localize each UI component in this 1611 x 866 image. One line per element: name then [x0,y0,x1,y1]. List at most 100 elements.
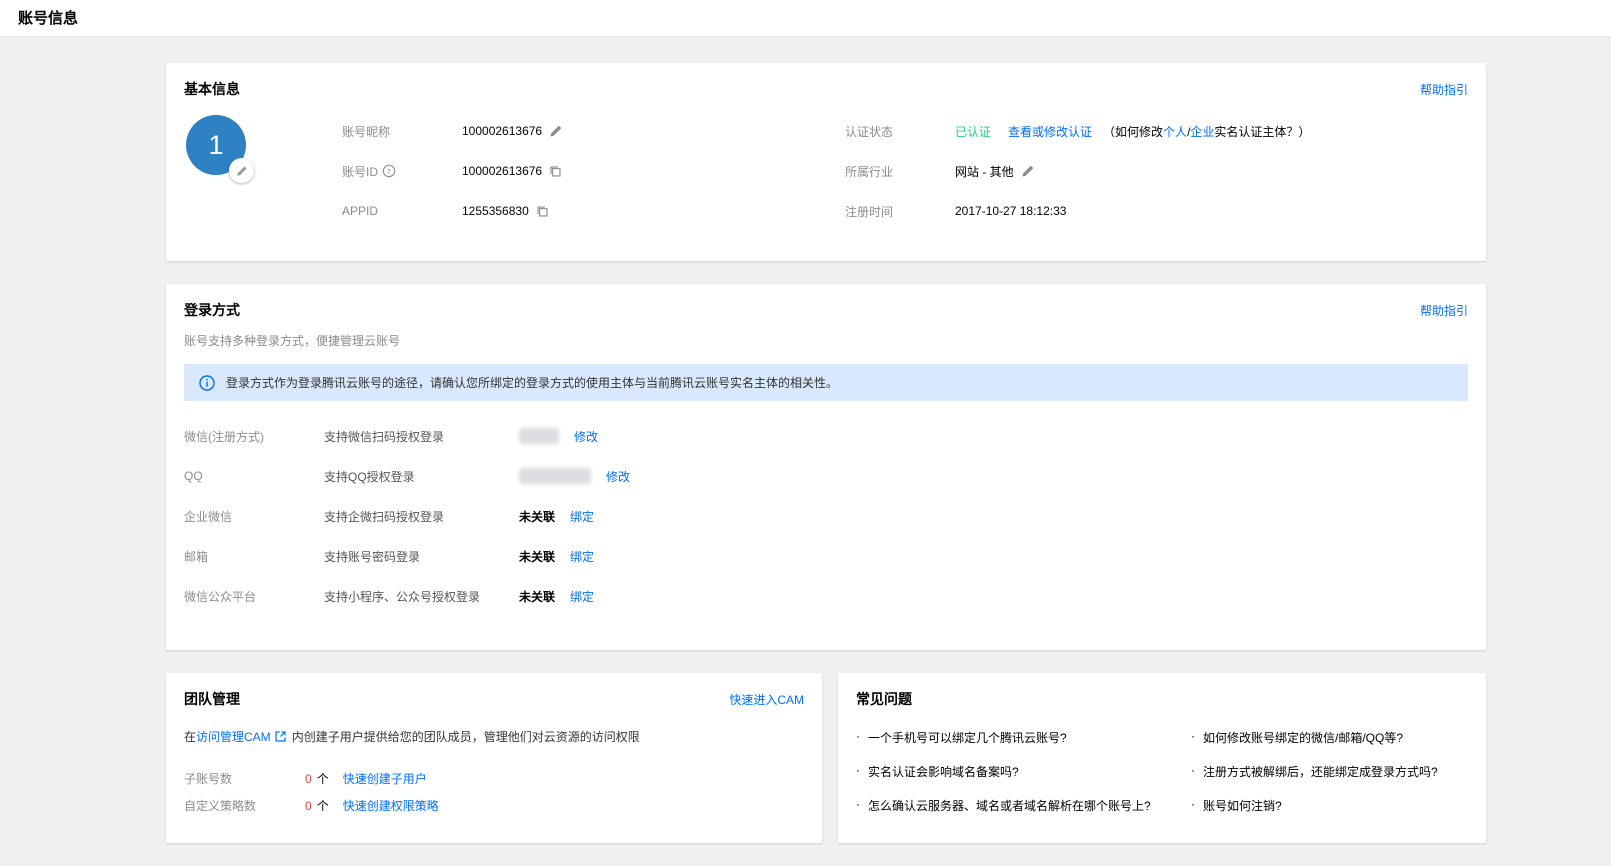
bind-wecom-link[interactable]: 绑定 [570,508,594,525]
basic-info-title: 基本信息 [184,79,240,99]
account-id-label: 账号ID [342,163,378,180]
appid-value: 1255356830 [462,204,529,218]
login-help-link[interactable]: 帮助指引 [1420,302,1468,319]
masked-value [519,468,591,484]
avatar[interactable]: 1 [186,115,246,175]
info-icon [199,375,215,391]
basic-help-link[interactable]: 帮助指引 [1420,81,1468,98]
enterprise-auth-link[interactable]: 企业 [1190,125,1214,139]
nickname-row: 账号昵称 100002613676 [342,111,845,151]
avatar-text: 1 [208,130,223,161]
view-modify-auth-link[interactable]: 查看或修改认证 [1008,123,1092,140]
copy-account-id-icon[interactable] [549,165,562,178]
faq-title: 常见问题 [856,689,912,709]
team-desc-prefix: 在 [184,728,196,745]
login-status: 未关联 [519,508,555,525]
bullet-icon: · [1191,729,1195,746]
faq-item[interactable]: ·实名认证会影响域名备案吗? [856,763,1191,780]
bullet-icon: · [856,797,860,814]
industry-label: 所属行业 [845,163,955,180]
bind-email-link[interactable]: 绑定 [570,548,594,565]
svg-text:?: ? [387,167,391,176]
bullet-icon: · [856,729,860,746]
industry-row: 所属行业 网站 - 其他 [845,151,1468,191]
team-title: 团队管理 [184,689,240,709]
copy-appid-icon[interactable] [536,205,549,218]
appid-row: APPID 1255356830 [342,191,845,231]
login-row-email: 邮箱 支持账号密码登录 未关联 绑定 [184,536,1468,576]
stat-label: 自定义策略数 [184,797,305,814]
login-label: 邮箱 [184,548,324,565]
modify-qq-link[interactable]: 修改 [606,468,630,485]
pencil-icon [236,165,248,177]
login-label: 微信公众平台 [184,588,324,605]
create-policy-link[interactable]: 快速创建权限策略 [343,797,439,814]
page-title: 账号信息 [0,0,1611,37]
login-label: 企业微信 [184,508,324,525]
industry-value: 网站 - 其他 [955,163,1014,180]
nickname-label: 账号昵称 [342,123,462,140]
bullet-icon: · [1191,797,1195,814]
login-row-qq: QQ 支持QQ授权登录 修改 [184,456,1468,496]
custom-policy-stat-row: 自定义策略数 0 个 快速创建权限策略 [184,792,804,819]
stat-unit: 个 [317,797,329,814]
bind-wechat-official-link[interactable]: 绑定 [570,588,594,605]
auth-status-label: 认证状态 [845,123,955,140]
auth-status-row: 认证状态 已认证 查看或修改认证 （如何修改个人/企业实名认证主体？） [845,111,1468,151]
login-label: QQ [184,469,324,483]
regtime-label: 注册时间 [845,203,955,220]
custom-policy-count: 0 [305,799,312,813]
faq-item[interactable]: ·一个手机号可以绑定几个腾讯云账号? [856,729,1191,746]
login-methods-title: 登录方式 [184,300,240,320]
login-subtitle: 账号支持多种登录方式，便捷管理云账号 [184,332,1468,349]
masked-value [519,428,559,444]
team-management-card: 团队管理 快速进入CAM 在访问管理CAM 内创建子用户提供给您的团队成员，管理… [166,673,822,843]
account-id-row: 账号ID ? 100002613676 [342,151,845,191]
regtime-value: 2017-10-27 18:12:33 [955,204,1066,218]
cam-console-link[interactable]: 访问管理CAM [196,728,271,745]
stat-label: 子账号数 [184,770,305,787]
faq-item[interactable]: ·怎么确认云服务器、域名或者域名解析在哪个账号上? [856,797,1191,814]
auth-note-prefix: （如何修改 [1103,125,1163,139]
question-circle-icon[interactable]: ? [382,164,396,178]
external-link-icon [274,730,287,743]
bullet-icon: · [856,763,860,780]
login-desc: 支持企微扫码授权登录 [324,508,519,525]
avatar-edit-button[interactable] [229,158,254,183]
login-row-wechat: 微信(注册方式) 支持微信扫码授权登录 修改 [184,416,1468,456]
faq-item[interactable]: ·账号如何注销? [1191,797,1468,814]
auth-note-suffix: 实名认证主体？） [1214,125,1310,139]
edit-nickname-icon[interactable] [549,124,563,138]
bullet-icon: · [1191,763,1195,780]
login-notice-banner: 登录方式作为登录腾讯云账号的途径，请确认您所绑定的登录方式的使用主体与当前腾讯云… [184,364,1468,401]
enter-cam-link[interactable]: 快速进入CAM [729,691,804,708]
login-desc: 支持QQ授权登录 [324,468,519,485]
appid-label: APPID [342,204,462,218]
account-id-value: 100002613676 [462,164,542,178]
stat-unit: 个 [317,770,329,787]
login-desc: 支持小程序、公众号授权登录 [324,588,519,605]
login-label: 微信(注册方式) [184,428,324,445]
faq-item[interactable]: ·如何修改账号绑定的微信/邮箱/QQ等? [1191,729,1468,746]
main-content: 基本信息 帮助指引 1 账号昵称 [0,37,1486,866]
sub-account-count: 0 [305,772,312,786]
login-methods-card: 登录方式 帮助指引 账号支持多种登录方式，便捷管理云账号 登录方式作为登录腾讯云… [166,284,1486,650]
personal-auth-link[interactable]: 个人 [1163,125,1187,139]
edit-industry-icon[interactable] [1021,164,1035,178]
login-status: 未关联 [519,548,555,565]
create-sub-user-link[interactable]: 快速创建子用户 [343,770,427,787]
regtime-row: 注册时间 2017-10-27 18:12:33 [845,191,1468,231]
faq-item[interactable]: ·注册方式被解绑后，还能绑定成登录方式吗? [1191,763,1468,780]
modify-wechat-link[interactable]: 修改 [574,428,598,445]
login-row-wecom: 企业微信 支持企微扫码授权登录 未关联 绑定 [184,496,1468,536]
sub-account-stat-row: 子账号数 0 个 快速创建子用户 [184,765,804,792]
team-desc-suffix: 内创建子用户提供给您的团队成员，管理他们对云资源的访问权限 [292,728,640,745]
basic-info-card: 基本信息 帮助指引 1 账号昵称 [166,63,1486,261]
nickname-value: 100002613676 [462,124,542,138]
login-notice-text: 登录方式作为登录腾讯云账号的途径，请确认您所绑定的登录方式的使用主体与当前腾讯云… [226,374,838,391]
faq-card: 常见问题 ·一个手机号可以绑定几个腾讯云账号? ·实名认证会影响域名备案吗? ·… [838,673,1486,843]
login-status: 未关联 [519,588,555,605]
login-row-wechat-official: 微信公众平台 支持小程序、公众号授权登录 未关联 绑定 [184,576,1468,616]
login-desc: 支持账号密码登录 [324,548,519,565]
login-desc: 支持微信扫码授权登录 [324,428,519,445]
